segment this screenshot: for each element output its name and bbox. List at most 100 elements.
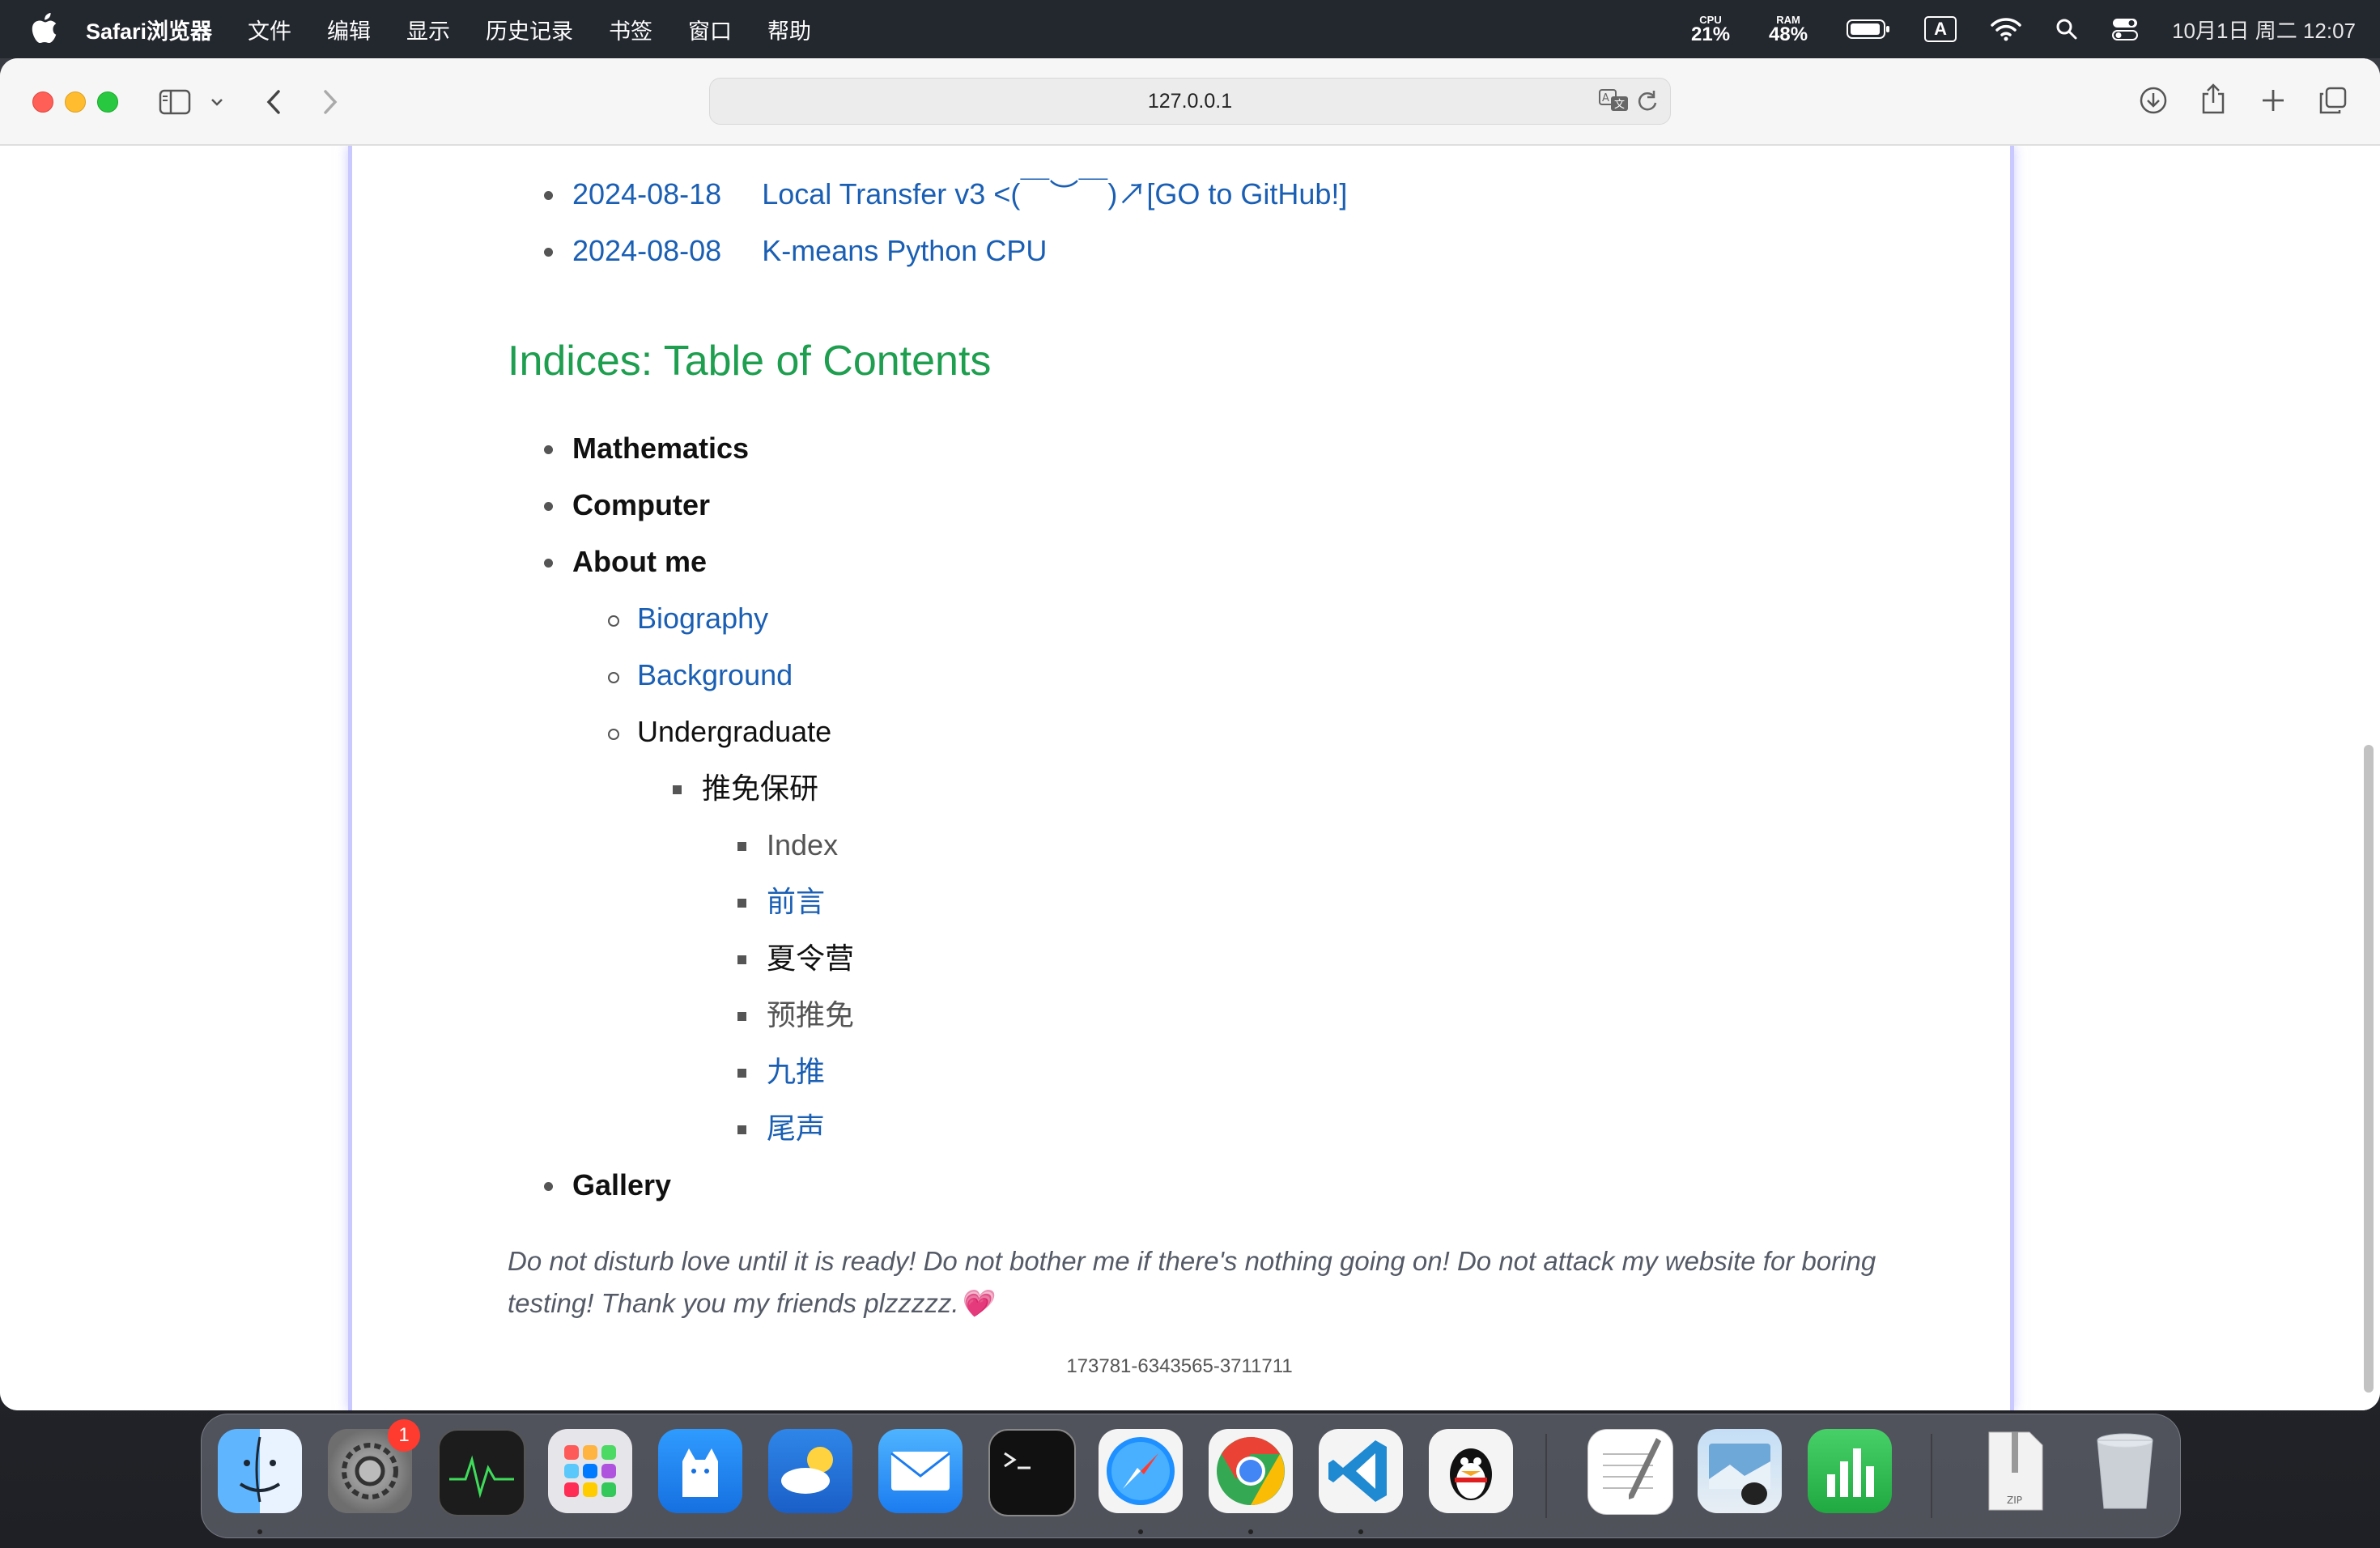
notification-badge: 1 — [388, 1419, 420, 1452]
terminal-icon[interactable] — [988, 1429, 1076, 1516]
zip-label: ZIP — [2007, 1495, 2022, 1506]
menu-view[interactable]: 显示 — [406, 14, 450, 45]
menu-clock[interactable]: 10月1日 周二 12:07 — [2172, 15, 2356, 45]
list-bullet — [737, 842, 746, 851]
preview-icon[interactable] — [1698, 1429, 1782, 1513]
recent-post-link[interactable]: 2024-08-18 Local Transfer v3 <(￣︶￣)↗[GO … — [572, 176, 1347, 212]
status-area: CPU 21% RAM 48% A 10月1日 周二 12:07 — [1691, 0, 2356, 58]
input-method-label: A — [1924, 16, 1957, 42]
input-method-indicator[interactable]: A — [1924, 16, 1957, 42]
menu-bookmarks[interactable]: 书签 — [609, 14, 652, 45]
toc-link-background[interactable]: Background — [637, 657, 793, 693]
minimize-window-button[interactable] — [65, 91, 86, 113]
svg-text:A: A — [1602, 92, 1609, 104]
toc-item-pre-recommend: 预推免 — [767, 998, 855, 1031]
toc-item-undergraduate: Undergraduate — [637, 715, 832, 748]
list-bullet — [737, 1125, 746, 1134]
page-scrollbar[interactable] — [2364, 745, 2374, 1393]
toc-link-preface[interactable]: 前言 — [767, 884, 825, 920]
ram-value: 48% — [1769, 23, 1808, 45]
launchpad-icon[interactable] — [548, 1429, 632, 1513]
recent-post-title: Local Transfer v3 <(￣︶￣)↗[GO to GitHub!] — [762, 177, 1348, 211]
menu-window[interactable]: 窗口 — [688, 14, 732, 45]
safari-icon[interactable] — [1099, 1429, 1183, 1513]
toc-item-summer-camp: 夏令营 — [767, 942, 855, 975]
list-bullet — [544, 191, 553, 200]
menu-edit[interactable]: 编辑 — [327, 14, 371, 45]
running-indicator — [1358, 1529, 1363, 1534]
toc-item-gallery: Gallery — [572, 1168, 672, 1201]
toc-item-index: Index — [767, 828, 839, 861]
vscode-icon[interactable] — [1319, 1429, 1403, 1513]
reload-icon[interactable] — [1636, 88, 1659, 118]
app-menus: Safari浏览器 文件 编辑 显示 历史记录 书签 窗口 帮助 — [86, 0, 847, 58]
svg-text:文: 文 — [1614, 99, 1625, 111]
toc-link-biography[interactable]: Biography — [637, 601, 768, 636]
sidebar-toggle-icon[interactable] — [155, 86, 194, 118]
activity-monitor-icon[interactable] — [438, 1429, 525, 1516]
list-bullet — [737, 1069, 746, 1078]
downloads-icon[interactable] — [2137, 84, 2170, 117]
dock-separator — [1545, 1434, 1547, 1518]
list-bullet — [608, 729, 619, 740]
list-bullet — [544, 445, 553, 454]
toc-link-september[interactable]: 九推 — [767, 1054, 825, 1090]
url-text: 127.0.0.1 — [1147, 89, 1233, 113]
weather-icon[interactable] — [768, 1429, 852, 1513]
trash-icon[interactable] — [2083, 1429, 2167, 1513]
mail-icon[interactable] — [878, 1429, 963, 1513]
toc-link-epilogue[interactable]: 尾声 — [767, 1111, 825, 1146]
menu-bar: Safari浏览器 文件 编辑 显示 历史记录 书签 窗口 帮助 CPU 21%… — [0, 0, 2380, 58]
menu-file[interactable]: 文件 — [248, 14, 291, 45]
zip-archive-icon[interactable]: ZIP — [1973, 1429, 2057, 1513]
article-column: 2024-08-18 Local Transfer v3 <(￣︶￣)↗[GO … — [348, 146, 2014, 1410]
control-center-icon[interactable] — [2112, 17, 2139, 41]
dock-separator — [1931, 1434, 1932, 1518]
textedit-icon[interactable] — [1587, 1429, 1673, 1515]
chevron-down-icon[interactable] — [207, 94, 227, 110]
share-icon[interactable] — [2197, 81, 2229, 117]
list-bullet — [544, 1182, 553, 1191]
list-bullet — [737, 1012, 746, 1021]
zoom-window-button[interactable] — [97, 91, 118, 113]
recent-post-date: 2024-08-08 — [572, 234, 722, 267]
address-bar[interactable]: 127.0.0.1 A文 — [709, 78, 1671, 125]
visit-counter: 173781-6343565-3711711 — [1066, 1355, 1293, 1377]
list-bullet — [544, 559, 553, 568]
recent-post-link[interactable]: 2024-08-08 K-means Python CPU — [572, 233, 1047, 269]
battery-icon[interactable] — [1847, 19, 1890, 40]
back-icon[interactable] — [261, 87, 287, 117]
toc-item-mathematics: Mathematics — [572, 432, 750, 465]
toc-heading: Indices: Table of Contents — [508, 338, 992, 385]
wifi-icon[interactable] — [1991, 17, 2021, 41]
forward-icon[interactable] — [317, 87, 343, 117]
footer-quote: Do not disturb love until it is ready! D… — [508, 1246, 1876, 1318]
recent-post-date: 2024-08-18 — [572, 177, 722, 211]
stats-cat-icon[interactable] — [658, 1429, 742, 1513]
translate-icon[interactable]: A文 — [1599, 88, 1630, 118]
numbers-icon[interactable] — [1808, 1429, 1892, 1513]
toc-item-about-me: About me — [572, 545, 707, 578]
list-bullet — [737, 899, 746, 908]
finder-icon[interactable] — [218, 1429, 302, 1513]
safari-window: 127.0.0.1 A文 2024-08-18 Local Transfer v… — [0, 58, 2380, 1410]
ram-meter[interactable]: RAM 48% — [1769, 15, 1808, 45]
recent-post-title: K-means Python CPU — [762, 234, 1048, 267]
toc-item-computer: Computer — [572, 488, 710, 521]
spotlight-search-icon[interactable] — [2055, 18, 2078, 40]
menu-app-name[interactable]: Safari浏览器 — [86, 14, 212, 45]
list-bullet — [544, 502, 553, 511]
menu-history[interactable]: 历史记录 — [486, 14, 573, 45]
running-indicator — [1138, 1529, 1143, 1534]
qq-icon[interactable] — [1429, 1429, 1513, 1513]
new-tab-icon[interactable] — [2257, 84, 2289, 117]
apple-menu-icon[interactable] — [31, 13, 58, 44]
close-window-button[interactable] — [32, 91, 53, 113]
cpu-meter[interactable]: CPU 21% — [1691, 15, 1730, 45]
chrome-icon[interactable] — [1209, 1429, 1293, 1513]
list-bullet — [608, 672, 619, 683]
tab-overview-icon[interactable] — [2317, 84, 2349, 117]
menu-help[interactable]: 帮助 — [767, 14, 811, 45]
list-bullet — [673, 785, 682, 794]
running-indicator — [257, 1529, 262, 1534]
